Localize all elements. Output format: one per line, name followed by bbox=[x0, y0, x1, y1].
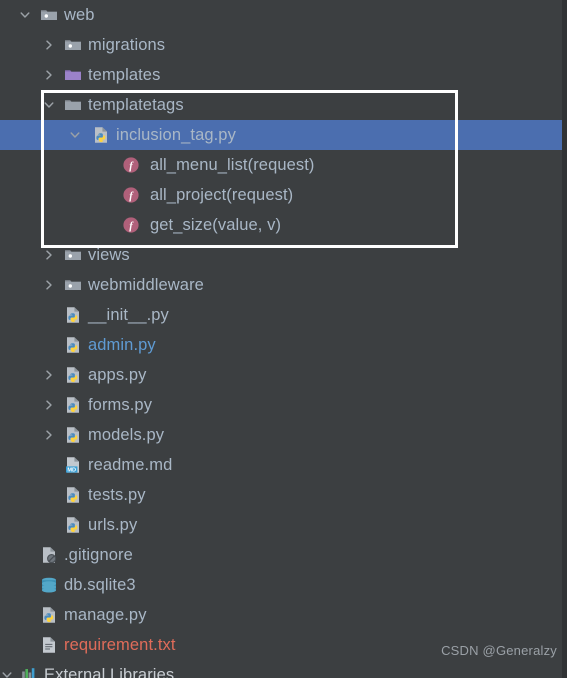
module-folder-icon bbox=[64, 276, 82, 294]
python-file-icon bbox=[64, 336, 82, 354]
tree-row-label: requirement.txt bbox=[64, 636, 176, 654]
chevron-down-icon[interactable] bbox=[68, 128, 82, 142]
chevron-right-icon[interactable] bbox=[42, 428, 56, 442]
tree-row[interactable]: webmiddleware bbox=[0, 270, 562, 300]
tree-row[interactable]: f all_project(request) bbox=[0, 180, 562, 210]
tree-row-label: urls.py bbox=[88, 516, 138, 534]
chevron-right-icon[interactable] bbox=[42, 68, 56, 82]
python-file-icon bbox=[64, 306, 82, 324]
tree-row[interactable]: templates bbox=[0, 60, 562, 90]
tree-row-label: all_project(request) bbox=[150, 186, 294, 204]
tree-row-label: apps.py bbox=[88, 366, 147, 384]
python-file-icon bbox=[92, 126, 110, 144]
watermark-label: CSDN @Generalzy bbox=[441, 643, 557, 658]
libraries-icon bbox=[20, 666, 38, 678]
project-file-tree[interactable]: web migrations templates templatetags inclus… bbox=[0, 0, 562, 678]
tree-row[interactable]: admin.py bbox=[0, 330, 562, 360]
chevron-right-icon[interactable] bbox=[42, 248, 56, 262]
chevron-down-icon[interactable] bbox=[18, 8, 32, 22]
python-file-icon bbox=[40, 606, 58, 624]
tree-row-label: readme.md bbox=[88, 456, 173, 474]
tree-row-label: __init__.py bbox=[88, 306, 169, 324]
tree-row-label: get_size(value, v) bbox=[150, 216, 282, 234]
function-icon: f bbox=[122, 216, 140, 234]
chevron-right-icon[interactable] bbox=[42, 368, 56, 382]
python-file-icon bbox=[64, 516, 82, 534]
gitignore-file-icon bbox=[40, 546, 58, 564]
svg-text:MD: MD bbox=[67, 467, 76, 473]
tree-row[interactable]: migrations bbox=[0, 30, 562, 60]
tree-row[interactable]: views bbox=[0, 240, 562, 270]
tree-row-label: inclusion_tag.py bbox=[116, 126, 236, 144]
tree-row-label: External Libraries bbox=[44, 666, 175, 678]
tree-row[interactable]: urls.py bbox=[0, 510, 562, 540]
python-file-icon bbox=[64, 426, 82, 444]
tree-row[interactable]: db.sqlite3 bbox=[0, 570, 562, 600]
tree-row[interactable]: .gitignore bbox=[0, 540, 562, 570]
purple-folder-icon bbox=[64, 66, 82, 84]
tree-row[interactable]: web bbox=[0, 0, 562, 30]
tree-row[interactable]: templatetags bbox=[0, 90, 562, 120]
chevron-right-icon[interactable] bbox=[42, 38, 56, 52]
chevron-down-icon[interactable] bbox=[42, 98, 56, 112]
tree-row-label: templates bbox=[88, 66, 161, 84]
folder-icon bbox=[64, 96, 82, 114]
chevron-down-icon[interactable] bbox=[0, 668, 14, 678]
python-file-icon bbox=[64, 396, 82, 414]
module-folder-icon bbox=[64, 246, 82, 264]
tree-row[interactable]: External Libraries bbox=[0, 660, 562, 678]
tree-row-label: db.sqlite3 bbox=[64, 576, 136, 594]
tree-row[interactable]: __init__.py bbox=[0, 300, 562, 330]
tree-row[interactable]: f get_size(value, v) bbox=[0, 210, 562, 240]
tree-row-label: webmiddleware bbox=[88, 276, 204, 294]
tree-row[interactable]: apps.py bbox=[0, 360, 562, 390]
database-icon bbox=[40, 576, 58, 594]
tree-row-label: all_menu_list(request) bbox=[150, 156, 315, 174]
function-icon: f bbox=[122, 186, 140, 204]
tree-row[interactable]: f all_menu_list(request) bbox=[0, 150, 562, 180]
tree-row-label: models.py bbox=[88, 426, 165, 444]
text-file-icon bbox=[40, 636, 58, 654]
chevron-right-icon[interactable] bbox=[42, 278, 56, 292]
tree-row[interactable]: inclusion_tag.py bbox=[0, 120, 562, 150]
python-file-icon bbox=[64, 366, 82, 384]
tree-row-label: manage.py bbox=[64, 606, 147, 624]
chevron-right-icon[interactable] bbox=[42, 398, 56, 412]
tree-row-label: web bbox=[64, 6, 95, 24]
python-file-icon bbox=[64, 486, 82, 504]
tree-row[interactable]: tests.py bbox=[0, 480, 562, 510]
tree-row-label: views bbox=[88, 246, 130, 264]
function-icon: f bbox=[122, 156, 140, 174]
tree-row-label: templatetags bbox=[88, 96, 184, 114]
module-folder-icon bbox=[64, 36, 82, 54]
project-tool-window: web migrations templates templatetags inclus… bbox=[0, 0, 567, 678]
tree-row-label: .gitignore bbox=[64, 546, 133, 564]
markdown-file-icon: MD bbox=[64, 456, 82, 474]
module-folder-icon bbox=[40, 6, 58, 24]
tree-row[interactable]: MD readme.md bbox=[0, 450, 562, 480]
tree-row[interactable]: models.py bbox=[0, 420, 562, 450]
tree-row-label: forms.py bbox=[88, 396, 153, 414]
tree-row-label: admin.py bbox=[88, 336, 156, 354]
scrollbar-track[interactable] bbox=[562, 0, 567, 678]
tree-row[interactable]: manage.py bbox=[0, 600, 562, 630]
tree-row-label: tests.py bbox=[88, 486, 146, 504]
tree-row[interactable]: forms.py bbox=[0, 390, 562, 420]
tree-row-label: migrations bbox=[88, 36, 166, 54]
